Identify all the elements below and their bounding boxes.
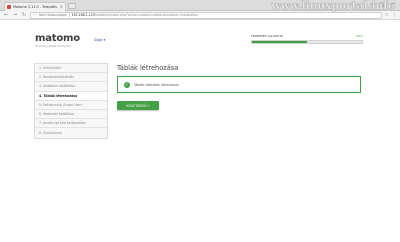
url-path: /matomo/index.php?action=tablesCreation&… — [94, 13, 199, 17]
info-icon[interactable]: ⓘ — [33, 12, 37, 18]
success-notification: ✓ Táblák sikeresen létrehozva! — [117, 76, 361, 93]
sidebar-step: 7. JavaScript kód beillesztése — [35, 119, 107, 129]
progress-label-row: TELEPÍTÉS ÁLLAPOTA 50% — [251, 34, 363, 38]
progress-bar-fill — [252, 41, 307, 43]
sidebar-step: 8. Gratulálunk — [39, 130, 62, 135]
tab-close-icon[interactable]: × — [60, 5, 63, 9]
sidebar-step: 3. Adatbázis beállítása — [35, 82, 107, 92]
forward-arrow-icon[interactable]: → — [12, 12, 18, 18]
back-arrow-icon[interactable]: ← — [3, 12, 9, 18]
bookmark-star-icon[interactable]: ☆ — [385, 12, 389, 18]
browser-tab[interactable]: Matomo 3.11.0 - Telepítés × — [4, 2, 66, 11]
next-button[interactable]: Következő » — [117, 101, 159, 110]
new-tab-button[interactable] — [68, 3, 76, 9]
page-title: Táblák létrehozása — [117, 64, 179, 72]
checkmark-icon: ✓ — [124, 81, 130, 88]
watermark: www.linuxportal.info — [271, 0, 395, 12]
installation-steps: 1. Üdvözöljük! 2. Rendszerellenőrzés 3. Ad… — [34, 63, 108, 139]
url-host: 192.168.1.123 — [71, 13, 95, 17]
installation-progress: TELEPÍTÉS ÁLLAPOTA 50% — [251, 34, 363, 44]
tab-title: Matomo 3.11.0 - Telepítés — [13, 5, 57, 9]
sidebar-step: 1. Üdvözöljük! — [35, 64, 107, 74]
matomo-logo: matomo — [35, 33, 80, 44]
sidebar-step: 2. Rendszerellenőrzés — [35, 73, 107, 83]
success-message: Táblák sikeresen létrehozva! — [134, 82, 180, 87]
progress-label: TELEPÍTÉS ÁLLAPOTA — [251, 34, 283, 38]
sidebar-step: 5. Felhasználó (Super User) — [35, 101, 107, 110]
matomo-favicon-icon — [7, 5, 11, 9]
browser-toolbar: ← → ↻ ⓘ Nem biztonságos 192.168.1.123/ma… — [0, 11, 400, 20]
security-label: Nem biztonságos — [39, 13, 67, 17]
address-divider — [68, 13, 70, 17]
progress-bar — [251, 40, 363, 44]
sidebar-step: 4. Táblák létrehozása — [35, 91, 107, 101]
progress-percent: 50% — [356, 34, 363, 38]
browser-menu-icon[interactable]: ⋮ — [392, 12, 397, 18]
reload-icon[interactable]: ↻ — [21, 12, 27, 18]
logo-tagline: formerly Piwik Analytics — [35, 44, 71, 48]
help-link[interactable]: Súgó ▾ — [94, 38, 105, 42]
address-bar[interactable]: ⓘ Nem biztonságos 192.168.1.123/matomo/i… — [30, 11, 382, 19]
sidebar-step: 6. Weboldal beállítása — [35, 110, 107, 120]
url-text[interactable]: 192.168.1.123/matomo/index.php?action=ta… — [72, 13, 199, 17]
